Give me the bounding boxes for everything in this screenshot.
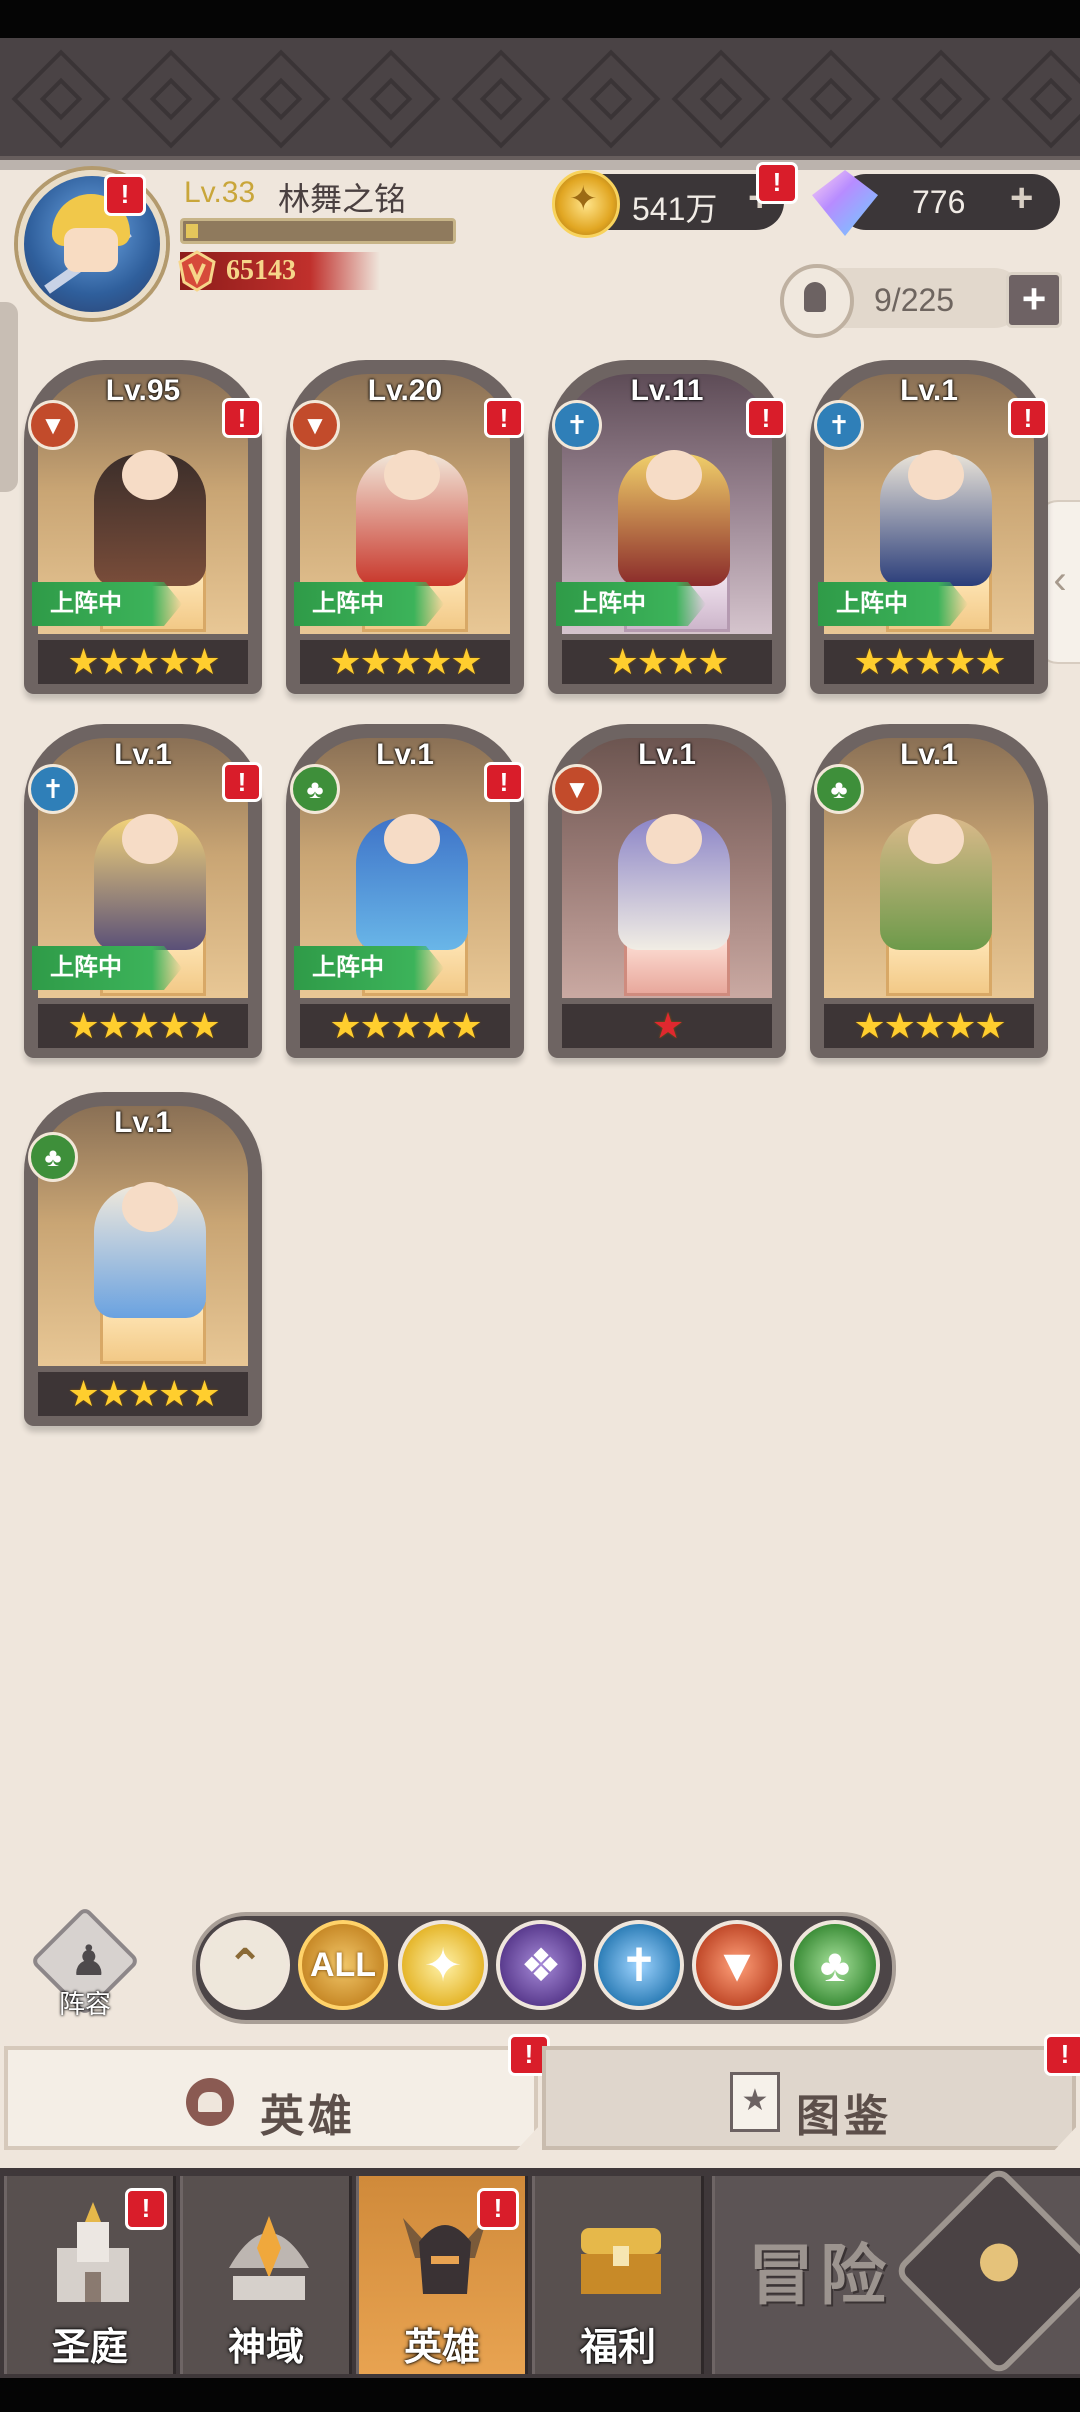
hero-stars: ★★★★★ — [38, 640, 248, 684]
hero-alert-badge: ! — [1008, 398, 1048, 438]
nav-label-rewards: 福利 — [579, 2327, 656, 2369]
hero-portrait — [356, 450, 468, 586]
hero-card[interactable]: Lv.1 ✝! 上阵中 ★★★★★ — [24, 724, 262, 1058]
hero-card[interactable]: Lv.11 ✝! 上阵中 ★★★★ — [548, 360, 786, 694]
nav-item-heroes[interactable]: 英雄 ! — [356, 2176, 528, 2374]
hero-portrait — [94, 1182, 206, 1318]
hero-stars: ★★★★ — [562, 640, 772, 684]
deployed-tag: 上阵中 — [32, 582, 182, 626]
header-divider — [0, 156, 1080, 170]
pawn-icon: ♟ — [70, 1937, 108, 1984]
deployed-tag: 上阵中 — [294, 946, 444, 990]
filter-all-button[interactable]: ALL — [298, 1920, 388, 2010]
left-drawer-handle[interactable] — [0, 302, 18, 492]
filter-holy-icon[interactable]: ✝ — [594, 1920, 684, 2010]
status-bar — [0, 0, 1080, 38]
filter-beast-icon[interactable]: ▼ — [692, 1920, 782, 2010]
beast-icon: ▼ — [28, 400, 78, 450]
combat-power-icon — [178, 250, 216, 292]
beast-icon: ▼ — [290, 400, 340, 450]
hero-card[interactable]: Lv.1 ♣! 上阵中 ★★★★★ — [286, 724, 524, 1058]
hero-card[interactable]: Lv.1 ✝! 上阵中 ★★★★★ — [810, 360, 1048, 694]
tab-heroes[interactable]: 英雄 — [4, 2046, 538, 2150]
hero-portrait — [94, 814, 206, 950]
hero-slot-icon — [780, 264, 854, 338]
add-gems-button[interactable]: + — [1010, 176, 1033, 221]
hero-alert-badge: ! — [222, 398, 262, 438]
hero-portrait — [618, 814, 730, 950]
nav-item-divine-realm[interactable]: 神域 — [180, 2176, 352, 2374]
holy-icon: ✝ — [28, 764, 78, 814]
nature-icon: ♣ — [290, 764, 340, 814]
shrine-icon — [229, 2216, 309, 2300]
lineup-label: 阵容 — [58, 1989, 111, 2019]
hero-stars: ★★★★★ — [38, 1372, 248, 1416]
deployed-tag: 上阵中 — [294, 582, 444, 626]
header-ornament — [0, 38, 1080, 160]
nature-icon: ♣ — [28, 1132, 78, 1182]
hero-stars: ★★★★★ — [824, 640, 1034, 684]
tab-codex-alert-badge: ! — [1044, 2034, 1080, 2076]
hero-portrait — [356, 814, 468, 950]
hero-card[interactable]: Lv.20 ▼! 上阵中 ★★★★★ — [286, 360, 524, 694]
tab-codex-label: 图鉴 — [796, 2092, 892, 2141]
hero-card[interactable]: Lv.1 ♣ ★★★★★ — [24, 1092, 262, 1426]
holy-icon: ✝ — [552, 400, 602, 450]
codex-book-icon: ★ — [730, 2072, 780, 2132]
treasure-chest-icon — [581, 2228, 661, 2294]
tab-codex[interactable]: 图鉴 — [542, 2046, 1076, 2150]
nav-label-heroes: 英雄 — [403, 2327, 480, 2369]
nav-item-holy-court[interactable]: 圣庭 ! — [4, 2176, 176, 2374]
expand-capacity-button[interactable]: + — [1006, 272, 1062, 328]
sort-up-icon[interactable]: ⌃ — [200, 1920, 290, 2010]
avatar-alert-badge: ! — [104, 174, 146, 216]
adventure-label: 冒险 — [748, 2238, 892, 2312]
nav-label-divine-realm: 神域 — [227, 2327, 304, 2369]
filter-light-icon[interactable]: ✦ — [398, 1920, 488, 2010]
hero-stars: ★ — [562, 1004, 772, 1048]
hero-stars: ★★★★★ — [824, 1004, 1034, 1048]
hero-card[interactable]: Lv.1 ▼ ★ — [548, 724, 786, 1058]
hero-helmet-icon — [186, 2078, 234, 2126]
hero-alert-badge: ! — [222, 762, 262, 802]
gold-amount: 541万 — [632, 191, 718, 227]
deployed-tag: 上阵中 — [818, 582, 968, 626]
hero-stars: ★★★★★ — [38, 1004, 248, 1048]
nav-heroes-alert-badge: ! — [477, 2188, 519, 2230]
deployed-tag: 上阵中 — [556, 582, 706, 626]
combat-power-value: 65143 — [226, 255, 296, 286]
nav-holy-court-alert-badge: ! — [125, 2188, 167, 2230]
beast-icon: ▼ — [552, 764, 602, 814]
holy-icon: ✝ — [814, 400, 864, 450]
deployed-tag: 上阵中 — [32, 946, 182, 990]
tab-heroes-label: 英雄 — [260, 2092, 356, 2141]
gem-amount: 776 — [912, 184, 966, 220]
player-level: Lv.33 — [184, 176, 256, 209]
filter-dark-icon[interactable]: ❖ — [496, 1920, 586, 2010]
player-name: 林舞之铭 — [278, 181, 407, 217]
nav-label-holy-court: 圣庭 — [51, 2327, 128, 2369]
hero-stars: ★★★★★ — [300, 1004, 510, 1048]
gold-coin-icon — [552, 170, 620, 238]
hero-portrait — [94, 450, 206, 586]
hero-stars: ★★★★★ — [300, 640, 510, 684]
gold-alert-badge: ! — [756, 162, 798, 204]
experience-bar — [180, 218, 456, 244]
filter-nature-icon[interactable]: ♣ — [790, 1920, 880, 2010]
hero-alert-badge: ! — [484, 762, 524, 802]
hero-portrait — [880, 814, 992, 950]
nature-icon: ♣ — [814, 764, 864, 814]
hero-portrait — [618, 450, 730, 586]
hero-alert-badge: ! — [484, 398, 524, 438]
hero-capacity-value: 9/225 — [874, 282, 955, 318]
hero-card[interactable]: Lv.1 ♣ ★★★★★ — [810, 724, 1048, 1058]
hero-card[interactable]: Lv.95 ▼! 上阵中 ★★★★★ — [24, 360, 262, 694]
gesture-bar — [0, 2378, 1080, 2412]
nav-item-rewards[interactable]: 福利 — [532, 2176, 704, 2374]
hero-alert-badge: ! — [746, 398, 786, 438]
hero-portrait — [880, 450, 992, 586]
